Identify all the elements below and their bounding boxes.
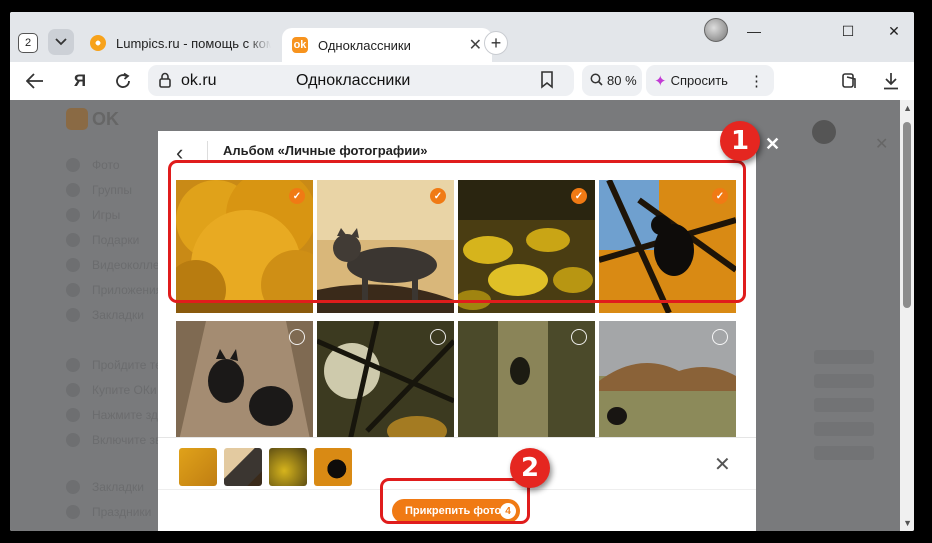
tab-count-button[interactable]: 2 bbox=[18, 33, 38, 53]
close-tab-icon[interactable]: ✕ bbox=[469, 35, 482, 55]
tab-title: Lumpics.ru - помощь с компьютером bbox=[116, 35, 271, 51]
collections-icon[interactable] bbox=[836, 68, 862, 94]
chevron-down-icon bbox=[55, 38, 67, 46]
unselected-ring-icon[interactable] bbox=[571, 329, 587, 345]
tab-lumpics[interactable]: Lumpics.ru - помощь с компьютером bbox=[90, 28, 285, 58]
close-window-button[interactable]: ✕ bbox=[874, 16, 914, 46]
site-info-icon[interactable] bbox=[158, 72, 172, 93]
photo-cat-on-tree-trunk[interactable] bbox=[458, 321, 595, 454]
maximize-button[interactable]: ☐ bbox=[828, 16, 868, 46]
annotation-highlight-attach-button bbox=[380, 478, 530, 524]
zoom-search-icon bbox=[590, 73, 603, 89]
profile-avatar[interactable] bbox=[704, 18, 728, 42]
minimize-button[interactable]: — bbox=[734, 16, 774, 46]
annotation-highlight-selected-photos bbox=[168, 160, 746, 303]
annotation-badge-2: 2 bbox=[510, 448, 550, 488]
modal-close-button[interactable]: ✕ bbox=[765, 134, 780, 155]
album-title: Альбом «Личные фотографии» bbox=[223, 143, 428, 158]
scroll-up-icon[interactable]: ▲ bbox=[903, 103, 912, 113]
unselected-ring-icon[interactable] bbox=[430, 329, 446, 345]
selected-thumb-tabby-cat[interactable] bbox=[224, 448, 262, 486]
browser-window: 2 Lumpics.ru - помощь с компьютером ok О… bbox=[10, 12, 914, 531]
annotation-badge-1: 1 bbox=[720, 121, 760, 161]
zoom-level: 80 % bbox=[607, 73, 637, 88]
address-toolbar: Я ok.ru Одноклассники 80 % ✦ Спросить ⋮ bbox=[10, 62, 914, 100]
bookmark-icon[interactable] bbox=[540, 71, 554, 94]
reload-icon[interactable] bbox=[110, 68, 136, 94]
selected-thumb-black-cat[interactable] bbox=[314, 448, 352, 486]
user-avatar[interactable] bbox=[812, 120, 836, 144]
tabs-dropdown-button[interactable] bbox=[48, 29, 74, 55]
ask-alice-button[interactable]: ✦ Спросить ⋮ bbox=[646, 65, 774, 96]
unselected-ring-icon[interactable] bbox=[289, 329, 305, 345]
alice-sparkle-icon: ✦ bbox=[654, 72, 667, 90]
photo-two-dogs-on-path[interactable] bbox=[176, 321, 313, 454]
url-page-title: Одноклассники bbox=[296, 71, 411, 89]
more-menu-icon[interactable]: ⋮ bbox=[749, 72, 764, 90]
photo-dog-in-autumn-field[interactable] bbox=[599, 321, 736, 454]
downloads-icon[interactable] bbox=[878, 68, 904, 94]
selected-thumb-yellow-leaves[interactable] bbox=[269, 448, 307, 486]
back-arrow-icon[interactable] bbox=[22, 68, 48, 94]
lumpics-favicon-icon bbox=[90, 35, 106, 51]
ok-favicon-icon: ok bbox=[292, 37, 308, 53]
new-tab-button[interactable]: + bbox=[484, 31, 508, 55]
unselected-ring-icon[interactable] bbox=[712, 329, 728, 345]
scrollbar-thumb[interactable] bbox=[903, 122, 911, 308]
page-close-icon[interactable]: ✕ bbox=[875, 134, 888, 154]
selected-thumb-autumn-tree[interactable] bbox=[179, 448, 217, 486]
tab-strip: 2 Lumpics.ru - помощь с компьютером ok О… bbox=[10, 12, 914, 62]
ok-logo-text: OK bbox=[92, 108, 119, 129]
scroll-down-icon[interactable]: ▼ bbox=[903, 518, 912, 528]
url-host: ok.ru bbox=[181, 71, 217, 89]
clear-selection-icon[interactable]: ✕ bbox=[714, 452, 731, 477]
photo-sun-through-branches[interactable] bbox=[317, 321, 454, 454]
right-column-placeholder bbox=[814, 350, 874, 470]
yandex-button[interactable]: Я bbox=[67, 68, 93, 94]
ok-logo: OK bbox=[66, 108, 119, 130]
tab-odnoklassniki[interactable]: ok Одноклассники ✕ bbox=[282, 28, 492, 62]
ok-logo-icon bbox=[66, 108, 88, 130]
ask-label: Спросить bbox=[670, 73, 728, 88]
page-scrollbar[interactable]: ▲ ▼ bbox=[900, 100, 914, 531]
zoom-button[interactable]: 80 % bbox=[582, 65, 642, 96]
tab-title: Одноклассники bbox=[318, 37, 411, 53]
address-bar[interactable]: ok.ru Одноклассники bbox=[148, 65, 574, 96]
